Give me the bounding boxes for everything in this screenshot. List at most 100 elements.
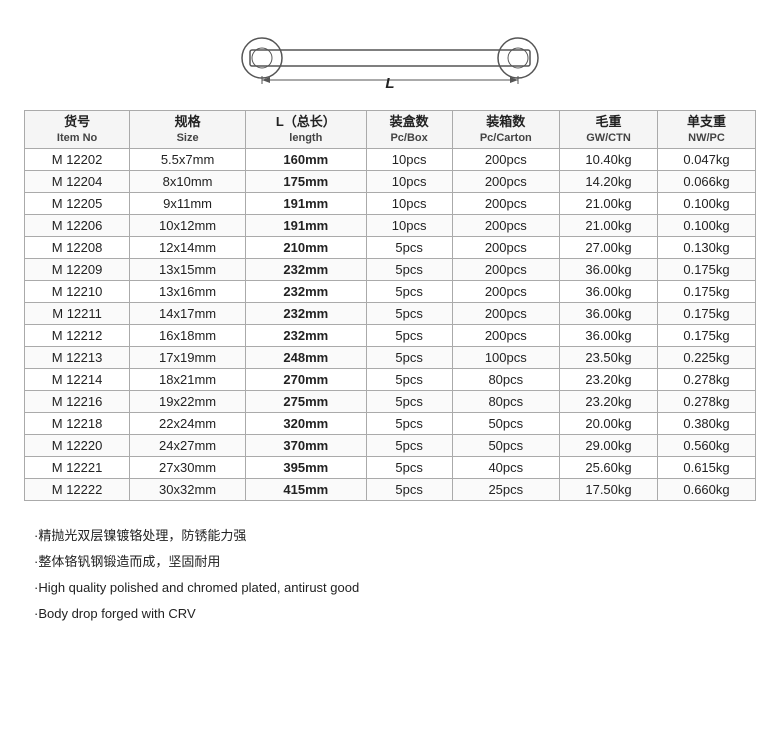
pcbox-cell: 5pcs: [366, 435, 452, 457]
table-row: M 1220812x14mm210mm5pcs200pcs27.00kg0.13…: [25, 237, 756, 259]
nw-cell: 0.380kg: [657, 413, 755, 435]
length-cell: 191mm: [246, 193, 367, 215]
nw-cell: 0.278kg: [657, 369, 755, 391]
nw-cell: 0.278kg: [657, 391, 755, 413]
nw-cell: 0.100kg: [657, 215, 755, 237]
length-cell: 275mm: [246, 391, 367, 413]
table-row: M 122059x11mm191mm10pcs200pcs21.00kg0.10…: [25, 193, 756, 215]
col-header-nw: 单支重 NW/PC: [657, 111, 755, 149]
item-cell: M 12210: [25, 281, 130, 303]
pccarton-cell: 200pcs: [452, 237, 559, 259]
pccarton-cell: 50pcs: [452, 435, 559, 457]
nw-cell: 0.225kg: [657, 347, 755, 369]
size-cell: 22x24mm: [130, 413, 246, 435]
pcbox-cell: 5pcs: [366, 303, 452, 325]
pcbox-cell: 5pcs: [366, 413, 452, 435]
pccarton-cell: 80pcs: [452, 369, 559, 391]
item-cell: M 12211: [25, 303, 130, 325]
table-row: M 1222024x27mm370mm5pcs50pcs29.00kg0.560…: [25, 435, 756, 457]
pccarton-cell: 100pcs: [452, 347, 559, 369]
table-row: M 1221114x17mm232mm5pcs200pcs36.00kg0.17…: [25, 303, 756, 325]
size-cell: 12x14mm: [130, 237, 246, 259]
length-cell: 232mm: [246, 325, 367, 347]
nw-cell: 0.130kg: [657, 237, 755, 259]
gw-cell: 17.50kg: [560, 479, 658, 501]
feature-item: ·Body drop forged with CRV: [34, 601, 746, 627]
gw-cell: 21.00kg: [560, 215, 658, 237]
pcbox-cell: 5pcs: [366, 325, 452, 347]
gw-cell: 36.00kg: [560, 281, 658, 303]
pccarton-cell: 200pcs: [452, 149, 559, 171]
pccarton-cell: 200pcs: [452, 193, 559, 215]
item-cell: M 12213: [25, 347, 130, 369]
col-header-size: 规格 Size: [130, 111, 246, 149]
nw-cell: 0.047kg: [657, 149, 755, 171]
gw-cell: 29.00kg: [560, 435, 658, 457]
table-row: M 1222230x32mm415mm5pcs25pcs17.50kg0.660…: [25, 479, 756, 501]
feature-item: ·整体铬钒钢锻造而成，坚固耐用: [34, 549, 746, 575]
gw-cell: 36.00kg: [560, 303, 658, 325]
nw-cell: 0.175kg: [657, 325, 755, 347]
length-cell: 232mm: [246, 303, 367, 325]
pcbox-cell: 10pcs: [366, 215, 452, 237]
pccarton-cell: 40pcs: [452, 457, 559, 479]
page: L 货号 Item No 规格 Size L（总长） length 装盒数: [0, 0, 780, 651]
length-cell: 191mm: [246, 215, 367, 237]
size-cell: 13x15mm: [130, 259, 246, 281]
pcbox-cell: 5pcs: [366, 391, 452, 413]
gw-cell: 23.50kg: [560, 347, 658, 369]
size-cell: 14x17mm: [130, 303, 246, 325]
table-row: M 122048x10mm175mm10pcs200pcs14.20kg0.06…: [25, 171, 756, 193]
table-row: M 1221619x22mm275mm5pcs80pcs23.20kg0.278…: [25, 391, 756, 413]
pccarton-cell: 200pcs: [452, 215, 559, 237]
length-cell: 415mm: [246, 479, 367, 501]
table-row: M 1221822x24mm320mm5pcs50pcs20.00kg0.380…: [25, 413, 756, 435]
item-cell: M 12221: [25, 457, 130, 479]
diagram-container: L: [24, 18, 756, 92]
item-cell: M 12206: [25, 215, 130, 237]
pcbox-cell: 5pcs: [366, 369, 452, 391]
gw-cell: 14.20kg: [560, 171, 658, 193]
nw-cell: 0.175kg: [657, 303, 755, 325]
length-cell: 232mm: [246, 259, 367, 281]
table-row: M 1221013x16mm232mm5pcs200pcs36.00kg0.17…: [25, 281, 756, 303]
nw-cell: 0.660kg: [657, 479, 755, 501]
table-row: M 1221216x18mm232mm5pcs200pcs36.00kg0.17…: [25, 325, 756, 347]
table-row: M 1222127x30mm395mm5pcs40pcs25.60kg0.615…: [25, 457, 756, 479]
pccarton-cell: 200pcs: [452, 303, 559, 325]
gw-cell: 36.00kg: [560, 325, 658, 347]
length-cell: 395mm: [246, 457, 367, 479]
gw-cell: 27.00kg: [560, 237, 658, 259]
item-cell: M 12218: [25, 413, 130, 435]
nw-cell: 0.175kg: [657, 281, 755, 303]
size-cell: 19x22mm: [130, 391, 246, 413]
size-cell: 27x30mm: [130, 457, 246, 479]
length-cell: 210mm: [246, 237, 367, 259]
pccarton-cell: 200pcs: [452, 259, 559, 281]
item-cell: M 12220: [25, 435, 130, 457]
size-cell: 16x18mm: [130, 325, 246, 347]
item-cell: M 12216: [25, 391, 130, 413]
col-header-pcbox: 装盒数 Pc/Box: [366, 111, 452, 149]
gw-cell: 10.40kg: [560, 149, 658, 171]
nw-cell: 0.615kg: [657, 457, 755, 479]
size-cell: 10x12mm: [130, 215, 246, 237]
table-row: M 122025.5x7mm160mm10pcs200pcs10.40kg0.0…: [25, 149, 756, 171]
table-row: M 1220610x12mm191mm10pcs200pcs21.00kg0.1…: [25, 215, 756, 237]
size-cell: 17x19mm: [130, 347, 246, 369]
gw-cell: 20.00kg: [560, 413, 658, 435]
item-cell: M 12205: [25, 193, 130, 215]
table-row: M 1220913x15mm232mm5pcs200pcs36.00kg0.17…: [25, 259, 756, 281]
size-cell: 5.5x7mm: [130, 149, 246, 171]
pcbox-cell: 5pcs: [366, 457, 452, 479]
pcbox-cell: 10pcs: [366, 171, 452, 193]
nw-cell: 0.100kg: [657, 193, 755, 215]
gw-cell: 23.20kg: [560, 369, 658, 391]
item-cell: M 12208: [25, 237, 130, 259]
pccarton-cell: 200pcs: [452, 325, 559, 347]
pccarton-cell: 80pcs: [452, 391, 559, 413]
nw-cell: 0.066kg: [657, 171, 755, 193]
size-cell: 9x11mm: [130, 193, 246, 215]
col-header-pccarton: 装箱数 Pc/Carton: [452, 111, 559, 149]
wrench-diagram: L: [220, 28, 560, 88]
